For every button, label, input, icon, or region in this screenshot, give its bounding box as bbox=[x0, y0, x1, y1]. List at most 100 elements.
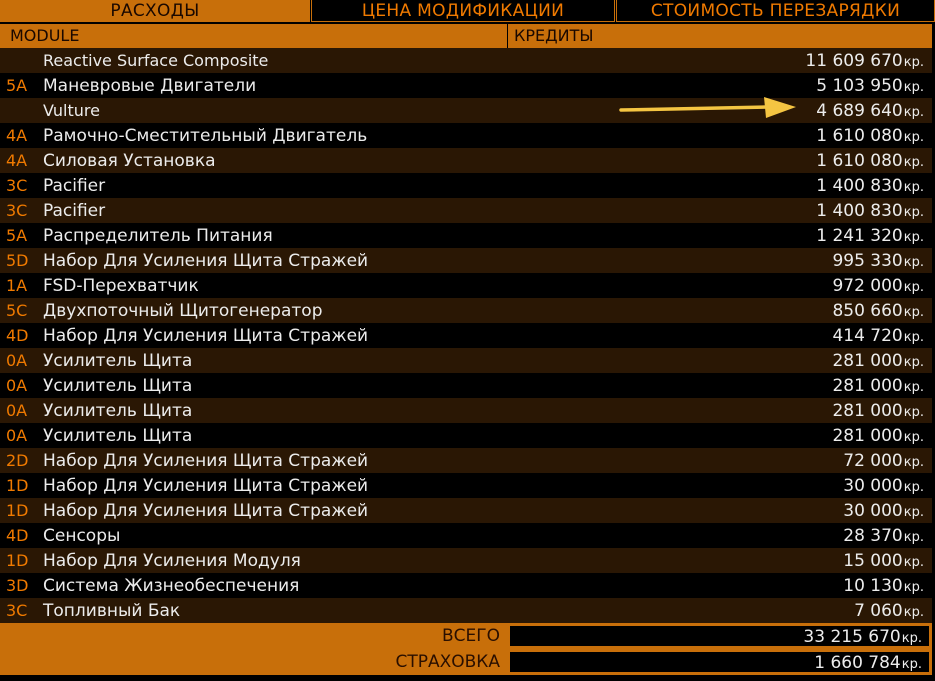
module-name: Рамочно-Сместительный Двигатель bbox=[43, 125, 368, 146]
insurance-value: 1 660 784кр. bbox=[509, 651, 930, 673]
table-row[interactable]: 1A FSD-Перехватчик 972 000кр. bbox=[0, 273, 932, 298]
table-row[interactable]: 4A Рамочно-Сместительный Двигатель 1 610 0… bbox=[0, 123, 932, 148]
module-price-value: 850 660 bbox=[832, 300, 903, 321]
table-row[interactable]: 1D Набор Для Усиления Щита Стражей 30 000к… bbox=[0, 473, 932, 498]
insurance-label: СТРАХОВКА bbox=[395, 652, 500, 672]
insurance-unit: кр. bbox=[901, 657, 922, 672]
currency-unit: кр. bbox=[903, 404, 924, 420]
module-price: 995 330кр. bbox=[832, 251, 932, 271]
tab-rearm-cost[interactable]: СТОИМОСТЬ ПЕРЕЗАРЯДКИ bbox=[616, 0, 935, 22]
table-row[interactable]: 0A Усилитель Щита 281 000кр. bbox=[0, 373, 932, 398]
module-class: 1A bbox=[6, 276, 28, 295]
currency-unit: кр. bbox=[903, 154, 924, 170]
module-name: Reactive Surface Composite bbox=[43, 51, 269, 70]
table-row[interactable]: 1D Набор Для Усиления Модуля 15 000кр. bbox=[0, 548, 932, 573]
total-value: 33 215 670кр. bbox=[509, 625, 930, 647]
table-row[interactable]: 3C Pacifier 1 400 830кр. bbox=[0, 198, 932, 223]
module-price: 5 103 950кр. bbox=[816, 76, 932, 96]
module-name: Набор Для Усиления Модуля bbox=[43, 550, 301, 571]
module-name: Усилитель Щита bbox=[43, 425, 193, 446]
module-price-value: 972 000 bbox=[832, 275, 903, 296]
module-price: 30 000кр. bbox=[843, 476, 932, 496]
table-row[interactable]: 5C Двухпоточный Щитогенератор 850 660кр. bbox=[0, 298, 932, 323]
table-row[interactable]: 0A Усилитель Щита 281 000кр. bbox=[0, 398, 932, 423]
module-name: Двухпоточный Щитогенератор bbox=[43, 300, 323, 321]
total-label: ВСЕГО bbox=[441, 626, 500, 646]
tab-modification-cost[interactable]: ЦЕНА МОДИФИКАЦИИ bbox=[311, 0, 615, 22]
module-class: 5D bbox=[6, 251, 29, 270]
module-name: Набор Для Усиления Щита Стражей bbox=[43, 450, 369, 471]
table-row[interactable]: 1D Набор Для Усиления Щита Стражей 30 000к… bbox=[0, 498, 932, 523]
module-price-value: 30 000 bbox=[843, 475, 903, 496]
currency-unit: кр. bbox=[903, 204, 924, 220]
table-row[interactable]: Reactive Surface Composite 11 609 670кр. bbox=[0, 48, 932, 73]
table-row[interactable]: 4D Набор Для Усиления Щита Стражей 414 720… bbox=[0, 323, 932, 348]
module-price-value: 281 000 bbox=[832, 375, 903, 396]
currency-unit: кр. bbox=[903, 479, 924, 495]
table-row[interactable]: 2D Набор Для Усиления Щита Стражей 72 000к… bbox=[0, 448, 932, 473]
module-price-value: 72 000 bbox=[843, 450, 903, 471]
module-class: 0A bbox=[6, 351, 28, 370]
module-class: 0A bbox=[6, 401, 28, 420]
column-header-credits[interactable]: КРЕДИТЫ bbox=[508, 24, 593, 48]
module-price: 15 000кр. bbox=[843, 551, 932, 571]
currency-unit: кр. bbox=[903, 79, 924, 95]
table-row[interactable]: 5A Маневровые Двигатели 5 103 950кр. bbox=[0, 73, 932, 98]
module-class: 4D bbox=[6, 526, 29, 545]
table-row[interactable]: 0A Усилитель Щита 281 000кр. bbox=[0, 348, 932, 373]
module-price-value: 281 000 bbox=[832, 425, 903, 446]
table-row[interactable]: 0A Усилитель Щита 281 000кр. bbox=[0, 423, 932, 448]
currency-unit: кр. bbox=[903, 179, 924, 195]
total-unit: кр. bbox=[901, 631, 922, 646]
module-class: 5A bbox=[6, 76, 28, 95]
currency-unit: кр. bbox=[903, 279, 924, 295]
module-class: 0A bbox=[6, 376, 28, 395]
table-header: MODULE КРЕДИТЫ bbox=[0, 24, 932, 48]
table-row[interactable]: 5A Распределитель Питания 1 241 320кр. bbox=[0, 223, 932, 248]
module-price-value: 281 000 bbox=[832, 400, 903, 421]
module-class: 3D bbox=[6, 576, 29, 595]
module-price: 10 130кр. bbox=[843, 576, 932, 596]
module-price-value: 1 610 080 bbox=[816, 150, 903, 171]
table-row[interactable]: 5D Набор Для Усиления Щита Стражей 995 330… bbox=[0, 248, 932, 273]
tab-expenses[interactable]: РАСХОДЫ bbox=[0, 0, 310, 22]
module-price-value: 15 000 bbox=[843, 550, 903, 571]
currency-unit: кр. bbox=[903, 554, 924, 570]
currency-unit: кр. bbox=[903, 354, 924, 370]
table-row[interactable]: 4A Силовая Установка 1 610 080кр. bbox=[0, 148, 932, 173]
module-price-value: 4 689 640 bbox=[816, 100, 903, 121]
module-price: 1 400 830кр. bbox=[816, 176, 932, 196]
module-class: 3C bbox=[6, 176, 28, 195]
table-row[interactable]: 3C Pacifier 1 400 830кр. bbox=[0, 173, 932, 198]
currency-unit: кр. bbox=[903, 579, 924, 595]
table-row[interactable]: 4D Сенсоры 28 370кр. bbox=[0, 523, 932, 548]
module-name: Набор Для Усиления Щита Стражей bbox=[43, 325, 369, 346]
table-row[interactable]: 3C Топливный Бак 7 060кр. bbox=[0, 598, 932, 623]
module-name: Маневровые Двигатели bbox=[43, 75, 257, 96]
module-class: 5A bbox=[6, 226, 28, 245]
totals-panel: ВСЕГО 33 215 670кр. СТРАХОВКА 1 660 784к… bbox=[0, 623, 932, 675]
insurance-value-text: 1 660 784 bbox=[814, 653, 901, 673]
module-price-value: 7 060 bbox=[854, 600, 903, 621]
module-class: 5C bbox=[6, 301, 28, 320]
module-name: Распределитель Питания bbox=[43, 225, 273, 246]
currency-unit: кр. bbox=[903, 254, 924, 270]
module-price: 281 000кр. bbox=[832, 426, 932, 446]
module-price: 7 060кр. bbox=[854, 601, 932, 621]
module-class: 4A bbox=[6, 126, 28, 145]
total-value-text: 33 215 670 bbox=[803, 627, 901, 647]
module-price-value: 995 330 bbox=[832, 250, 903, 271]
module-price: 281 000кр. bbox=[832, 351, 932, 371]
module-name: Набор Для Усиления Щита Стражей bbox=[43, 500, 369, 521]
table-row[interactable]: 3D Система Жизнеобеспечения 10 130кр. bbox=[0, 573, 932, 598]
module-price: 850 660кр. bbox=[832, 301, 932, 321]
module-price-value: 1 400 830 bbox=[816, 200, 903, 221]
currency-unit: кр. bbox=[903, 304, 924, 320]
module-class: 1D bbox=[6, 551, 29, 570]
module-name: Топливный Бак bbox=[43, 600, 181, 621]
module-price-value: 1 610 080 bbox=[816, 125, 903, 146]
module-class: 4D bbox=[6, 326, 29, 345]
column-header-module[interactable]: MODULE bbox=[0, 24, 508, 48]
currency-unit: кр. bbox=[903, 54, 924, 70]
currency-unit: кр. bbox=[903, 129, 924, 145]
